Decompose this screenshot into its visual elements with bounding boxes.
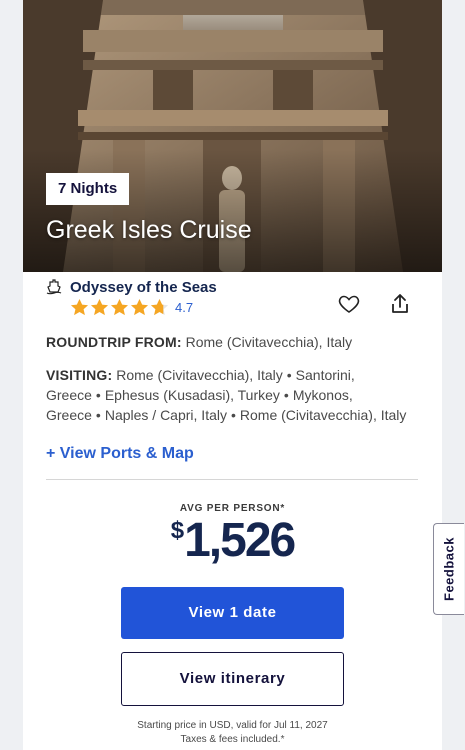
feedback-tab[interactable]: Feedback (433, 523, 464, 615)
port-item: Rome (Civitavecchia), Italy (116, 367, 283, 383)
star-icon (110, 298, 129, 316)
rating-value: 4.7 (175, 300, 194, 315)
visiting-label: VISITING: (46, 367, 113, 383)
view-itinerary-button[interactable]: View itinerary (121, 652, 344, 706)
visiting-ports: VISITING: Rome (Civitavecchia), Italy • Sa… (46, 365, 418, 425)
price-currency: $ (170, 517, 185, 544)
rating: 4.7 (70, 298, 193, 317)
cruise-card: 7 Nights Greek Isles Cruise Odyssey of t… (23, 0, 442, 750)
separator-dot: • (283, 387, 289, 403)
price-footnote: Starting price in USD, valid for Jul 11,… (23, 719, 442, 747)
port-item: Naples / Capri, Italy (104, 407, 227, 423)
view-dates-button[interactable]: View 1 date (121, 587, 344, 639)
separator-dot: • (286, 367, 292, 383)
separator-dot: • (95, 407, 101, 423)
share-icon[interactable] (388, 292, 412, 316)
ship-icon (46, 279, 62, 295)
feedback-label: Feedback (441, 537, 457, 601)
view-ports-map-link[interactable]: + View Ports & Map (46, 445, 194, 463)
footnote-line: Starting price in USD, valid for Jul 11,… (137, 720, 328, 731)
star-icon (90, 298, 109, 316)
separator-dot: • (95, 387, 101, 403)
nights-badge: 7 Nights (46, 173, 130, 205)
star-icon (70, 298, 89, 316)
roundtrip-info: ROUNDTRIP FROM: Rome (Civitavecchia), It… (46, 334, 352, 350)
footnote-line: Taxes & fees included.* (180, 734, 285, 745)
separator-dot: • (231, 407, 236, 423)
roundtrip-value: Rome (Civitavecchia), Italy (185, 334, 353, 350)
cruise-title[interactable]: Greek Isles Cruise (46, 216, 252, 245)
star-icon (130, 298, 149, 316)
price-amount: 1,526 (184, 514, 296, 567)
ship-row: Odyssey of the Seas (46, 277, 217, 297)
roundtrip-label: ROUNDTRIP FROM: (46, 334, 182, 350)
port-item: Ephesus (Kusadasi), Turkey (104, 387, 280, 403)
star-icon (150, 298, 169, 316)
heart-icon[interactable] (337, 292, 361, 316)
price: $1,526 (23, 513, 442, 568)
divider (46, 479, 418, 480)
port-item: Rome (Civitavecchia), Italy (239, 407, 407, 423)
ship-name[interactable]: Odyssey of the Seas (70, 279, 217, 296)
hero-image[interactable]: 7 Nights Greek Isles Cruise (23, 0, 442, 272)
